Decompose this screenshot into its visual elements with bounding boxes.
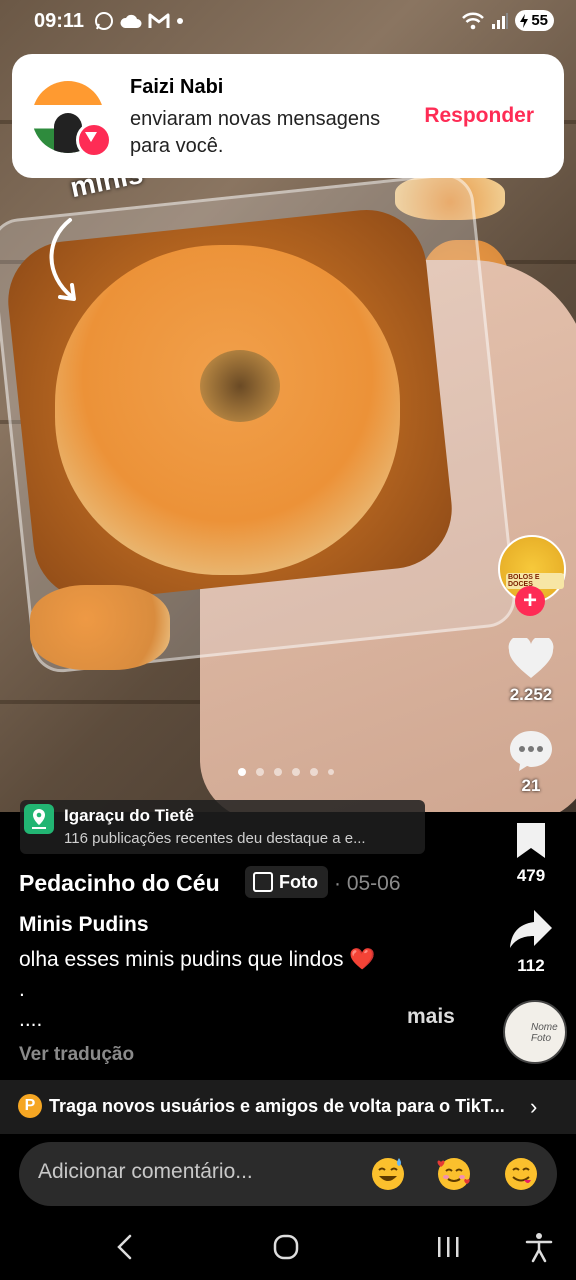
photo-type-label: Foto — [279, 871, 318, 892]
caption-text: .... — [19, 1008, 43, 1031]
direct-message-badge-icon — [76, 122, 112, 158]
comments-count: 21 — [521, 776, 541, 795]
follow-button[interactable]: + — [515, 586, 545, 616]
accessibility-icon[interactable] — [524, 1231, 554, 1263]
carousel-dot — [238, 768, 246, 776]
caption-text: olha esses minis pudins que lindos ❤️ — [19, 948, 376, 971]
post-date: · 05-06 — [334, 872, 401, 895]
carousel-indicator — [238, 768, 334, 776]
back-icon[interactable] — [114, 1233, 136, 1261]
chevron-right-icon[interactable]: › — [530, 1094, 537, 1120]
status-bar: 09:11 55 — [0, 0, 576, 44]
caption-more-button[interactable]: mais — [407, 1005, 455, 1029]
reply-button[interactable]: Responder — [424, 104, 534, 128]
shares-count: 112 — [517, 956, 545, 975]
message-notification[interactable]: Faizi Nabi enviaram novas mensagens para… — [12, 54, 564, 178]
original-sound-avatar[interactable]: Nome Foto — [503, 1000, 567, 1064]
background-pudding — [30, 585, 170, 670]
gmail-icon — [148, 13, 170, 28]
recents-icon[interactable] — [434, 1233, 462, 1261]
carousel-dot — [310, 768, 318, 776]
location-tag[interactable]: Igaraçu do Tietê 116 publicações recente… — [20, 800, 425, 854]
coin-icon: P — [18, 1094, 42, 1118]
location-pin-icon — [24, 804, 54, 834]
clock: 09:11 — [34, 10, 85, 32]
cloud-icon — [120, 14, 142, 28]
battery-icon: 55 — [515, 10, 554, 31]
smiling-sweat-emoji-icon[interactable] — [369, 1154, 407, 1192]
location-title: Igaraçu do Tietê — [64, 806, 195, 825]
carousel-dot — [256, 768, 264, 776]
bookmarks-count: 479 — [516, 866, 546, 885]
comment-placeholder: Adicionar comentário... — [38, 1160, 253, 1183]
pudding-hole — [200, 350, 280, 422]
notification-message: enviaram novas mensagens para você. — [130, 108, 381, 157]
yum-emoji-icon[interactable] — [502, 1154, 540, 1192]
share-arrow-icon[interactable] — [508, 908, 554, 950]
smiling-hearts-emoji-icon[interactable] — [435, 1154, 473, 1192]
bookmark-icon[interactable] — [514, 820, 548, 860]
wifi-icon — [462, 12, 485, 29]
system-navigation-bar — [0, 1215, 576, 1280]
caption-title: Minis Pudins — [19, 913, 149, 936]
promo-text: Traga novos usuários e amigos de volta p… — [49, 1096, 505, 1116]
photo-icon — [253, 872, 273, 892]
likes-count: 2.252 — [509, 685, 553, 704]
signal-icon — [492, 12, 509, 29]
dot-icon — [177, 18, 183, 24]
location-subtitle: 116 publicações recentes deu destaque a … — [64, 830, 366, 847]
comment-bubble-icon[interactable] — [508, 728, 554, 772]
carousel-dot — [292, 768, 300, 776]
notification-sender: Faizi Nabi — [130, 76, 224, 98]
like-heart-icon[interactable] — [508, 638, 554, 680]
home-icon[interactable] — [272, 1233, 300, 1261]
caption-text: . — [19, 978, 25, 1001]
carousel-dot — [328, 769, 334, 775]
photo-type-badge: Foto — [245, 866, 328, 898]
author-name[interactable]: Pedacinho do Céu — [19, 870, 220, 897]
whatsapp-icon — [95, 12, 113, 30]
see-translation-link[interactable]: Ver tradução — [19, 1044, 134, 1066]
curved-arrow-icon — [49, 218, 76, 301]
battery-level: 55 — [531, 12, 548, 29]
carousel-dot — [274, 768, 282, 776]
